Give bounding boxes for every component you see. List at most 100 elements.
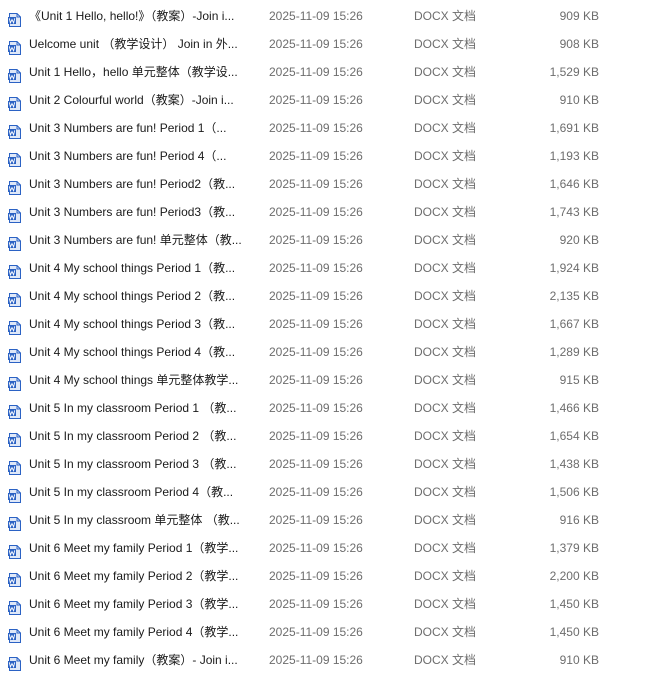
word-document-icon <box>8 177 21 195</box>
file-row[interactable]: Unit 6 Meet my family Period 4（教学... 202… <box>0 618 649 646</box>
file-name: Unit 4 My school things Period 4（教... <box>29 345 236 359</box>
file-row[interactable]: Unit 3 Numbers are fun! Period 1（... 202… <box>0 114 649 142</box>
file-row[interactable]: Unit 6 Meet my family Period 3（教学... 202… <box>0 590 649 618</box>
word-document-icon <box>8 541 21 559</box>
file-type: DOCX 文档 <box>414 121 477 135</box>
file-name: Unit 4 My school things Period 3（教... <box>29 317 236 331</box>
file-row[interactable]: Unit 5 In my classroom Period 4（教... 202… <box>0 478 649 506</box>
file-modified-date: 2025-11-09 15:26 <box>269 345 363 359</box>
word-document-icon <box>8 65 21 83</box>
word-document-icon <box>8 625 21 643</box>
file-row[interactable]: Unit 4 My school things Period 3（教... 20… <box>0 310 649 338</box>
file-row[interactable]: Unit 3 Numbers are fun! 单元整体（教... 2025-1… <box>0 226 649 254</box>
file-modified-date: 2025-11-09 15:26 <box>269 261 363 275</box>
file-name: Unit 5 In my classroom Period 1 （教... <box>29 401 237 415</box>
file-size: 1,529 KB <box>549 65 599 79</box>
file-modified-date: 2025-11-09 15:26 <box>269 541 363 555</box>
file-row[interactable]: Unit 1 Hello，hello 单元整体（教学设... 2025-11-0… <box>0 58 649 86</box>
word-document-icon <box>8 485 21 503</box>
file-size: 1,691 KB <box>549 121 599 135</box>
file-name: Unit 3 Numbers are fun! Period3（教... <box>29 205 236 219</box>
file-type: DOCX 文档 <box>414 429 477 443</box>
file-size: 2,200 KB <box>549 569 599 583</box>
file-row[interactable]: Unit 3 Numbers are fun! Period2（教... 202… <box>0 170 649 198</box>
file-name: Unit 4 My school things Period 2（教... <box>29 289 236 303</box>
file-row[interactable]: Unit 4 My school things Period 4（教... 20… <box>0 338 649 366</box>
file-row[interactable]: Unit 6 Meet my family（教案）- Join i... 202… <box>0 646 649 674</box>
file-type: DOCX 文档 <box>414 261 477 275</box>
word-document-icon <box>8 9 21 27</box>
word-document-icon <box>8 317 21 335</box>
file-type: DOCX 文档 <box>414 569 477 583</box>
word-document-icon <box>8 373 21 391</box>
file-size: 915 KB <box>559 373 599 387</box>
file-name: Unit 6 Meet my family Period 2（教学... <box>29 569 239 583</box>
file-size: 1,379 KB <box>549 541 599 555</box>
file-modified-date: 2025-11-09 15:26 <box>269 205 363 219</box>
word-document-icon <box>8 401 21 419</box>
file-size: 1,193 KB <box>549 149 599 163</box>
file-type: DOCX 文档 <box>414 233 477 247</box>
file-type: DOCX 文档 <box>414 289 477 303</box>
file-type: DOCX 文档 <box>414 9 477 23</box>
file-type: DOCX 文档 <box>414 541 477 555</box>
word-document-icon <box>8 345 21 363</box>
file-name: Uelcome unit （教学设计） Join in 外... <box>29 37 238 51</box>
file-row[interactable]: Unit 3 Numbers are fun! Period3（教... 202… <box>0 198 649 226</box>
file-modified-date: 2025-11-09 15:26 <box>269 149 363 163</box>
file-modified-date: 2025-11-09 15:26 <box>269 513 363 527</box>
file-row[interactable]: Unit 5 In my classroom Period 3 （教... 20… <box>0 450 649 478</box>
file-size: 1,667 KB <box>549 317 599 331</box>
file-size: 910 KB <box>559 93 599 107</box>
file-row[interactable]: Unit 4 My school things Period 2（教... 20… <box>0 282 649 310</box>
file-row[interactable]: Unit 5 In my classroom Period 1 （教... 20… <box>0 394 649 422</box>
file-modified-date: 2025-11-09 15:26 <box>269 653 363 667</box>
word-document-icon <box>8 261 21 279</box>
file-modified-date: 2025-11-09 15:26 <box>269 569 363 583</box>
word-document-icon <box>8 429 21 447</box>
file-row[interactable]: 《Unit 1 Hello, hello!》（教案）-Join i... 202… <box>0 2 649 30</box>
file-modified-date: 2025-11-09 15:26 <box>269 429 363 443</box>
file-row[interactable]: Unit 6 Meet my family Period 1（教学... 202… <box>0 534 649 562</box>
file-modified-date: 2025-11-09 15:26 <box>269 9 363 23</box>
file-row[interactable]: Unit 6 Meet my family Period 2（教学... 202… <box>0 562 649 590</box>
file-type: DOCX 文档 <box>414 513 477 527</box>
file-modified-date: 2025-11-09 15:26 <box>269 457 363 471</box>
file-row[interactable]: Unit 4 My school things Period 1（教... 20… <box>0 254 649 282</box>
file-type: DOCX 文档 <box>414 205 477 219</box>
file-name: Unit 6 Meet my family Period 4（教学... <box>29 625 239 639</box>
file-size: 1,450 KB <box>549 597 599 611</box>
file-name: Unit 3 Numbers are fun! Period 1（... <box>29 121 227 135</box>
file-type: DOCX 文档 <box>414 149 477 163</box>
file-name: Unit 5 In my classroom Period 3 （教... <box>29 457 237 471</box>
file-size: 1,743 KB <box>549 205 599 219</box>
file-type: DOCX 文档 <box>414 373 477 387</box>
file-row[interactable]: Uelcome unit （教学设计） Join in 外... 2025-11… <box>0 30 649 58</box>
file-modified-date: 2025-11-09 15:26 <box>269 177 363 191</box>
file-row[interactable]: Unit 5 In my classroom Period 2 （教... 20… <box>0 422 649 450</box>
file-size: 1,450 KB <box>549 625 599 639</box>
file-row[interactable]: Unit 2 Colourful world（教案）-Join i... 202… <box>0 86 649 114</box>
file-type: DOCX 文档 <box>414 65 477 79</box>
file-row[interactable]: Unit 3 Numbers are fun! Period 4（... 202… <box>0 142 649 170</box>
file-modified-date: 2025-11-09 15:26 <box>269 401 363 415</box>
file-name: Unit 6 Meet my family Period 1（教学... <box>29 541 239 555</box>
file-name: 《Unit 1 Hello, hello!》（教案）-Join i... <box>29 9 235 23</box>
file-size: 920 KB <box>559 233 599 247</box>
file-name: Unit 4 My school things 单元整体教学... <box>29 373 239 387</box>
file-name: Unit 1 Hello，hello 单元整体（教学设... <box>29 65 238 79</box>
file-size: 1,646 KB <box>549 177 599 191</box>
word-document-icon <box>8 289 21 307</box>
word-document-icon <box>8 513 21 531</box>
file-row[interactable]: Unit 5 In my classroom 单元整体 （教... 2025-1… <box>0 506 649 534</box>
file-size: 916 KB <box>559 513 599 527</box>
file-size: 1,466 KB <box>549 401 599 415</box>
file-modified-date: 2025-11-09 15:26 <box>269 93 363 107</box>
file-type: DOCX 文档 <box>414 485 477 499</box>
file-type: DOCX 文档 <box>414 345 477 359</box>
file-size: 909 KB <box>559 9 599 23</box>
file-size: 910 KB <box>559 653 599 667</box>
file-row[interactable]: Unit 4 My school things 单元整体教学... 2025-1… <box>0 366 649 394</box>
file-type: DOCX 文档 <box>414 653 477 667</box>
file-size: 1,506 KB <box>549 485 599 499</box>
